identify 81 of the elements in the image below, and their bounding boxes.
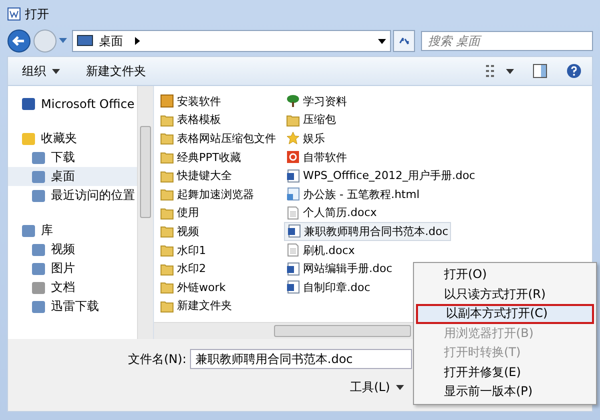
menu-item[interactable]: 以副本方式打开(C) <box>416 304 594 324</box>
scrollbar[interactable] <box>137 86 153 339</box>
app-icon <box>286 150 300 164</box>
file-item[interactable]: 起舞加速浏览器 <box>158 184 256 204</box>
file-item[interactable]: 自带软件 <box>284 148 349 166</box>
caret-icon <box>52 68 60 74</box>
file-item[interactable]: 水印2 <box>158 259 208 278</box>
refresh-button[interactable] <box>393 30 415 52</box>
text-file-icon <box>286 206 300 220</box>
shortcut-icon <box>286 187 300 202</box>
folder-icon <box>160 150 174 164</box>
sidebar-item[interactable]: 图片 <box>8 259 137 278</box>
folder-icon <box>160 206 174 220</box>
document-icon <box>7 7 21 21</box>
new-folder-button[interactable]: 新建文件夹 <box>82 60 150 82</box>
search-field[interactable]: 搜索 桌面 <box>421 31 593 51</box>
file-item[interactable]: 快捷键大全 <box>158 166 234 185</box>
folder-icon <box>286 112 300 127</box>
folder-icon <box>160 112 174 127</box>
file-item[interactable]: 网站编辑手册.doc <box>284 259 394 278</box>
document-icon <box>286 262 300 276</box>
file-item[interactable]: 使用 <box>158 204 201 222</box>
file-item[interactable]: 娱乐 <box>284 129 327 148</box>
file-item[interactable]: 外链work <box>158 278 228 297</box>
document-icon <box>286 168 300 183</box>
filename-label: 文件名(N): <box>128 350 186 368</box>
caret-icon[interactable] <box>506 68 514 74</box>
key-icon <box>160 94 174 108</box>
filename-field[interactable]: 兼职教师聘用合同书范本.doc <box>190 349 412 369</box>
file-item[interactable]: 表格模板 <box>158 110 223 130</box>
monitor-icon <box>77 35 93 47</box>
file-item[interactable]: 自制印章.doc <box>284 278 372 297</box>
back-icon[interactable] <box>7 29 31 53</box>
folder-icon <box>160 280 174 294</box>
help-icon[interactable] <box>566 63 582 79</box>
sidebar-item[interactable]: 迅雷下载 <box>8 297 137 316</box>
file-item[interactable]: 压缩包 <box>284 110 338 130</box>
document-icon <box>286 280 300 294</box>
menu-item[interactable]: 以只读方式打开(R) <box>416 284 594 304</box>
file-item[interactable]: 水印1 <box>158 240 208 260</box>
folder-icon <box>160 168 174 183</box>
file-item[interactable]: 视频 <box>158 222 201 241</box>
menu-item[interactable]: 打开(O) <box>416 265 594 284</box>
folder-icon <box>160 187 174 202</box>
file-item[interactable]: 办公族 - 五笔教程.html <box>284 184 422 204</box>
folder-icon <box>160 298 174 313</box>
caret-icon <box>378 38 386 44</box>
file-item[interactable]: 安装软件 <box>158 92 223 111</box>
preview-pane-icon[interactable] <box>532 63 548 79</box>
address-bar[interactable]: 桌面 <box>72 30 391 52</box>
sidebar-item[interactable]: 下载 <box>8 148 137 167</box>
menu-item[interactable]: 显示前一版本(P) <box>416 382 594 402</box>
file-item[interactable]: 表格网站压缩包文件 <box>158 129 278 148</box>
window-title: 打开 <box>25 6 49 22</box>
file-item[interactable]: 个人简历.docx <box>284 204 379 222</box>
file-item[interactable]: 兼职教师聘用合同书范本.doc <box>284 222 452 241</box>
tree-icon <box>286 94 300 108</box>
sidebar-item[interactable]: 最近访问的位置 <box>8 186 137 205</box>
sidebar-item[interactable]: 文档 <box>8 278 137 297</box>
chevron-icon <box>135 37 140 45</box>
text-file-icon <box>286 243 300 258</box>
folder-icon <box>160 262 174 276</box>
menu-item[interactable]: 打开并修复(E) <box>416 362 594 382</box>
tools-button[interactable]: 工具(L) <box>346 377 408 398</box>
folder-icon <box>160 131 174 146</box>
sidebar-item[interactable]: 视频 <box>8 240 137 259</box>
organize-menu[interactable]: 组织 <box>18 60 64 82</box>
file-item[interactable]: 新建文件夹 <box>158 296 234 316</box>
sidebar-item[interactable]: 桌面 <box>8 167 137 186</box>
file-item[interactable]: 学习资料 <box>284 92 349 111</box>
folder-icon <box>160 243 174 258</box>
folder-icon <box>160 224 174 238</box>
refresh-icon <box>398 35 410 47</box>
file-item[interactable]: WPS_Offfice_2012_用户手册.doc <box>284 166 478 185</box>
file-item[interactable]: 经典PPT收藏 <box>158 148 243 166</box>
sidebar-item[interactable]: Microsoft Office <box>8 94 137 113</box>
sidebar-item[interactable]: 库 <box>8 221 137 240</box>
file-item[interactable]: 刷机.docx <box>284 240 357 260</box>
document-icon <box>287 224 301 238</box>
caret-icon <box>396 385 404 390</box>
sidebar-item[interactable]: 收藏夹 <box>8 129 137 148</box>
